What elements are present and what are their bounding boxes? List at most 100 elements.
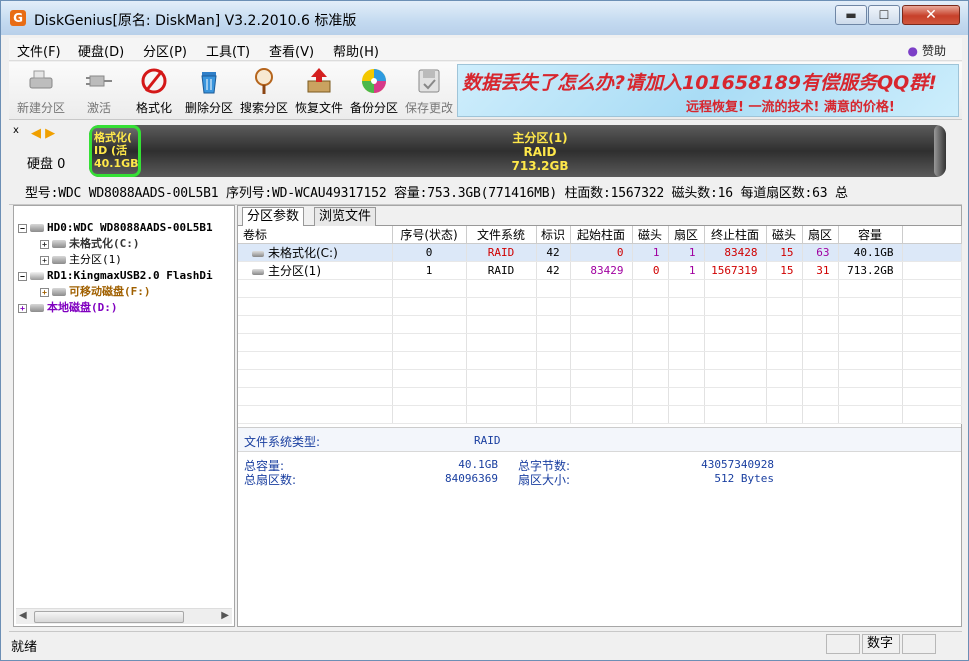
disk-map-panel: x ◀ ▶ 硬盘 0 格式化( ID (活 40.1GB 主分区(1) RAID… [9, 121, 962, 205]
col-header-size[interactable]: 容量 [838, 226, 903, 244]
partition-icon [52, 240, 66, 248]
search-partition-icon [249, 66, 279, 96]
tab-strip: 分区参数 浏览文件 [238, 206, 961, 227]
menu-file[interactable]: 文件(F) [17, 41, 61, 60]
title-bar[interactable]: G DiskGenius[原名: DiskMan] V3.2.2010.6 标准… [1, 1, 968, 35]
graph-part2-line3: 713.2GB [511, 159, 569, 173]
menu-view[interactable]: 查看(V) [269, 41, 314, 60]
fs-type-value: RAID [474, 434, 501, 447]
status-box-empty-2 [902, 634, 936, 654]
format-button[interactable]: 格式化 [124, 64, 184, 118]
save-changes-label: 保存更改 [404, 101, 453, 115]
partition-icon [252, 250, 264, 257]
scrollbar-thumb[interactable] [34, 611, 184, 623]
minimize-button[interactable]: ▬ [835, 5, 867, 25]
cell-fs: RAID [466, 243, 537, 262]
banner-headline: 数据丢失了怎么办?请加入101658189有偿服务QQ群! [462, 72, 937, 94]
menu-partition[interactable]: 分区(P) [143, 41, 187, 60]
hard-disk-icon [30, 224, 44, 232]
tree-item-rd1[interactable]: − RD1:KingmaxUSB2.0 FlashDi [18, 268, 213, 284]
expand-icon[interactable]: + [40, 287, 49, 297]
scroll-right-icon[interactable]: ▶ [221, 610, 229, 621]
sector-size-label: 扇区大小: [518, 473, 571, 487]
sponsor-icon: ● [907, 44, 918, 58]
col-header-start-head[interactable]: 磁头 [632, 226, 669, 244]
col-header-start-sec[interactable]: 扇区 [668, 226, 705, 244]
partition-icon [252, 268, 264, 275]
cell-spacer [902, 243, 962, 262]
recover-files-button[interactable]: 恢复文件 [289, 64, 349, 118]
tree-item-removable-f[interactable]: + 可移动磁盘(F:) [40, 284, 151, 300]
graph-partition-unformatted[interactable]: 格式化( ID (活 40.1GB [89, 125, 141, 177]
scroll-left-icon[interactable]: ◀ [19, 610, 27, 621]
close-button[interactable]: ✕ [902, 5, 960, 25]
col-header-start-cyl[interactable]: 起始柱面 [570, 226, 633, 244]
table-row[interactable]: 未格式化(C:) 0 RAID 42 0 1 1 83428 15 63 40.… [238, 243, 962, 262]
toolbar: 新建分区 激活 格式化 删除分区 搜索分区 恢复文件 备份分区 保存更改 数据丢… [9, 62, 962, 120]
total-capacity-value: 40.1GB [458, 458, 498, 471]
expand-icon[interactable]: + [40, 255, 49, 265]
menu-tools[interactable]: 工具(T) [206, 41, 250, 60]
cell-seq: 1 [392, 261, 467, 280]
cell-end-sec: 31 [802, 261, 839, 280]
qq-group-ad-banner[interactable]: 数据丢失了怎么办?请加入101658189有偿服务QQ群! 远程恢复! 一流的技… [457, 64, 959, 117]
sponsor-link[interactable]: ● 赞助 [908, 42, 947, 59]
col-header-end-head[interactable]: 磁头 [766, 226, 803, 244]
disk-partition-graph: 格式化( ID (活 40.1GB 主分区(1) RAID 713.2GB [89, 125, 946, 177]
col-header-end-cyl[interactable]: 终止柱面 [704, 226, 767, 244]
usb-drive-icon [30, 272, 44, 280]
tree-item-primary-1[interactable]: + 主分区(1) [40, 252, 122, 268]
maximize-button[interactable]: ☐ [868, 5, 900, 25]
search-partition-button[interactable]: 搜索分区 [234, 64, 294, 118]
cell-label-text: 主分区(1) [268, 264, 321, 278]
cell-end-head: 15 [766, 261, 803, 280]
disk-tree: − HD0:WDC WD8088AADS-00L5B1 + 未格式化(C:) + 主分… [13, 205, 235, 627]
cell-fs: RAID [466, 261, 537, 280]
tab-partition-params[interactable]: 分区参数 [242, 207, 305, 227]
partition-details: 文件系统类型: RAID 总容量: 40.1GB 总字节数: 430573409… [238, 427, 961, 626]
tree-horizontal-scrollbar[interactable]: ◀ ▶ [16, 608, 232, 624]
expand-icon[interactable]: + [18, 303, 27, 313]
tree-item-unformatted-c[interactable]: + 未格式化(C:) [40, 236, 140, 252]
cell-label-text: 未格式化(C:) [268, 246, 338, 260]
delete-partition-button[interactable]: 删除分区 [179, 64, 239, 118]
menu-disk[interactable]: 硬盘(D) [78, 41, 124, 60]
table-header-row: 卷标 序号(状态) 文件系统 标识 起始柱面 磁头 扇区 终止柱面 磁头 扇区 … [238, 226, 962, 244]
numlock-indicator: 数字 [862, 634, 900, 654]
col-header-seq[interactable]: 序号(状态) [392, 226, 467, 244]
col-header-fs[interactable]: 文件系统 [466, 226, 537, 244]
tree-item-label: 主分区(1) [69, 253, 122, 266]
cell-end-cyl: 83428 [704, 243, 767, 262]
menu-help[interactable]: 帮助(H) [333, 41, 379, 60]
window-title: DiskGenius[原名: DiskMan] V3.2.2010.6 标准版 [34, 13, 357, 29]
col-header-end-sec[interactable]: 扇区 [802, 226, 839, 244]
backup-partition-button[interactable]: 备份分区 [344, 64, 404, 118]
save-changes-button[interactable]: 保存更改 [399, 64, 459, 118]
partition-table: 卷标 序号(状态) 文件系统 标识 起始柱面 磁头 扇区 终止柱面 磁头 扇区 … [238, 226, 962, 424]
activate-button[interactable]: 激活 [69, 64, 129, 118]
cell-id: 42 [536, 243, 571, 262]
table-row-empty [238, 297, 962, 316]
table-row-empty [238, 405, 962, 424]
cell-end-cyl: 1567319 [704, 261, 767, 280]
tree-item-local-d[interactable]: + 本地磁盘(D:) [18, 300, 118, 316]
table-row[interactable]: 主分区(1) 1 RAID 42 83429 0 1 1567319 15 31… [238, 261, 962, 280]
cell-size: 40.1GB [838, 243, 903, 262]
disk-nav-arrows-icon[interactable]: ◀ ▶ [31, 126, 55, 141]
collapse-icon[interactable]: − [18, 271, 27, 281]
collapse-icon[interactable]: − [18, 223, 27, 233]
col-header-spacer [902, 226, 962, 244]
tab-browse-files[interactable]: 浏览文件 [314, 207, 377, 226]
partition-icon [30, 304, 44, 312]
graph-partition-primary[interactable]: 主分区(1) RAID 713.2GB [145, 131, 935, 173]
disk-panel-close-icon[interactable]: x [13, 125, 19, 136]
graph-part1-line2: ID (活 [94, 144, 128, 157]
graph-part2-line1: 主分区(1) [512, 131, 568, 145]
col-header-label[interactable]: 卷标 [238, 226, 393, 244]
expand-icon[interactable]: + [40, 239, 49, 249]
format-label: 格式化 [135, 101, 172, 115]
tree-item-hd0[interactable]: − HD0:WDC WD8088AADS-00L5B1 [18, 220, 213, 236]
cell-start-sec: 1 [668, 243, 705, 262]
new-partition-button[interactable]: 新建分区 [11, 64, 71, 118]
col-header-id[interactable]: 标识 [536, 226, 571, 244]
